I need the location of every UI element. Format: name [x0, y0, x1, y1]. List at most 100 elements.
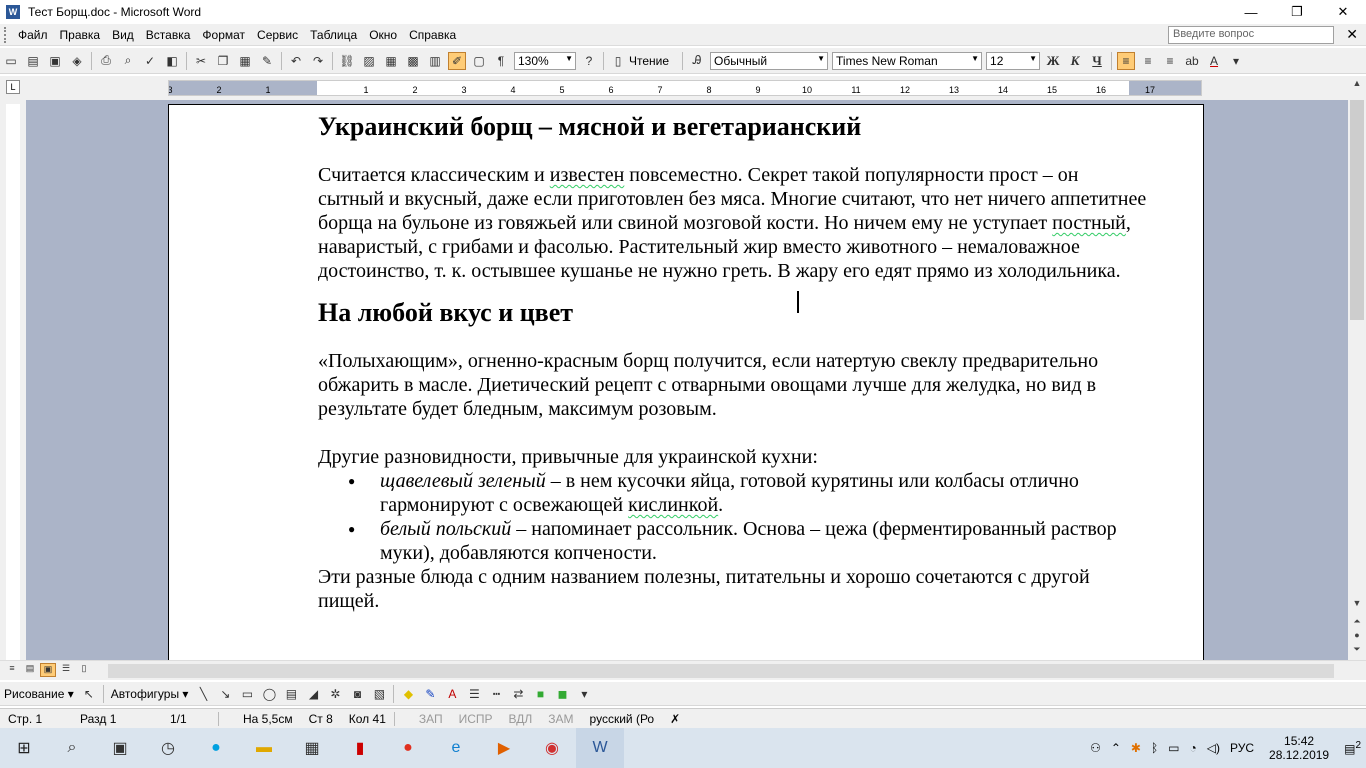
drawing-options-icon[interactable]: ▾: [575, 685, 593, 703]
menu-tools[interactable]: Сервис: [251, 28, 304, 42]
research-icon[interactable]: ◧: [163, 52, 181, 70]
bold-button[interactable]: Ж: [1044, 52, 1062, 70]
line-style-icon[interactable]: ☰: [465, 685, 483, 703]
chrome-icon[interactable]: ◉: [528, 728, 576, 768]
skype-icon[interactable]: ●: [192, 728, 240, 768]
insert-table-icon[interactable]: ▦: [382, 52, 400, 70]
spelling-flag[interactable]: постный: [1052, 212, 1126, 234]
insert-excel-icon[interactable]: ▩: [404, 52, 422, 70]
clipart-icon[interactable]: ◙: [348, 685, 366, 703]
select-browse-object-icon[interactable]: ●: [1348, 630, 1366, 640]
ask-question-input[interactable]: Введите вопрос: [1168, 26, 1334, 44]
horizontal-scrollbar[interactable]: [100, 664, 1346, 678]
status-language[interactable]: русский (Ро: [582, 712, 663, 726]
line-color-icon[interactable]: ✎: [421, 685, 439, 703]
drawing-toggle-icon[interactable]: ✐: [448, 51, 466, 70]
store-icon[interactable]: ▦: [288, 728, 336, 768]
menu-window[interactable]: Окно: [363, 28, 403, 42]
align-right-icon[interactable]: ≡: [1161, 52, 1179, 70]
vertical-ruler-scale[interactable]: [6, 104, 20, 660]
spelling-flag[interactable]: известен: [550, 164, 625, 186]
menu-table[interactable]: Таблица: [304, 28, 363, 42]
oval-icon[interactable]: ◯: [260, 685, 278, 703]
save-icon[interactable]: ▣: [46, 52, 64, 70]
scroll-down-icon[interactable]: ▼: [1348, 598, 1366, 608]
search-icon[interactable]: ⌕: [48, 728, 96, 768]
align-left-icon[interactable]: ≡: [1117, 51, 1136, 70]
styles-pane-icon[interactable]: Ꭿ: [688, 52, 706, 70]
scroll-thumb[interactable]: [1350, 100, 1364, 320]
menu-view[interactable]: Вид: [106, 28, 140, 42]
picture-icon[interactable]: ▧: [370, 685, 388, 703]
vertical-scrollbar[interactable]: ▲ ▼ ⏶ ● ⏷: [1348, 76, 1366, 660]
edge-icon[interactable]: e: [432, 728, 480, 768]
italic-button[interactable]: К: [1066, 52, 1084, 70]
reader-app-icon[interactable]: ▮: [336, 728, 384, 768]
document-content[interactable]: Украинский борщ – мясной и вегетариански…: [318, 111, 1148, 613]
spelling-status-icon[interactable]: ✗: [662, 712, 688, 726]
document-page[interactable]: Украинский борщ – мясной и вегетариански…: [168, 104, 1204, 660]
highlight-icon[interactable]: ab: [1183, 52, 1201, 70]
paste-icon[interactable]: ▦: [236, 52, 254, 70]
bluetooth-icon[interactable]: ᛒ: [1146, 741, 1163, 755]
autoshapes-button[interactable]: Автофигуры ▾: [107, 687, 193, 701]
toolbar-options-icon[interactable]: ▾: [1227, 52, 1245, 70]
file-explorer-icon[interactable]: ▬: [240, 728, 288, 768]
drawing-menu-button[interactable]: Рисование ▾: [0, 687, 78, 701]
undo-icon[interactable]: ↶: [287, 52, 305, 70]
draw-font-color-icon[interactable]: A: [443, 685, 461, 703]
reading-view-icon[interactable]: ▯: [76, 663, 92, 677]
system-clock[interactable]: 15:42 28.12.2019: [1259, 734, 1339, 762]
close-button[interactable]: ✕: [1320, 0, 1366, 24]
line-icon[interactable]: ╲: [194, 685, 212, 703]
rectangle-icon[interactable]: ▭: [238, 685, 256, 703]
columns-icon[interactable]: ▥: [426, 52, 444, 70]
battery-icon[interactable]: ▭: [1163, 741, 1184, 755]
dash-style-icon[interactable]: ┅: [487, 685, 505, 703]
menu-edit[interactable]: Правка: [54, 28, 107, 42]
document-map-icon[interactable]: ▢: [470, 52, 488, 70]
status-extend[interactable]: ВДЛ: [501, 712, 541, 726]
shadow-icon[interactable]: ■: [531, 685, 549, 703]
horizontal-scroll-thumb[interactable]: [108, 664, 1334, 678]
help-icon[interactable]: ?: [580, 52, 598, 70]
spelling-icon[interactable]: ✓: [141, 52, 159, 70]
menu-insert[interactable]: Вставка: [140, 28, 197, 42]
media-player-icon[interactable]: ▶: [480, 728, 528, 768]
show-formatting-icon[interactable]: ¶: [492, 52, 510, 70]
print-preview-icon[interactable]: ⌕: [119, 52, 137, 70]
reading-layout-icon[interactable]: ▯: [609, 52, 627, 70]
minimize-button[interactable]: —: [1228, 0, 1274, 24]
windows-start-icon[interactable]: ⊞: [0, 728, 48, 768]
tray-app-icon[interactable]: ✱: [1126, 741, 1146, 755]
fill-color-icon[interactable]: ◆: [399, 685, 417, 703]
arrow-icon[interactable]: ↘: [216, 685, 234, 703]
zoom-select[interactable]: 130% ▼: [514, 51, 576, 70]
normal-view-icon[interactable]: ≡: [4, 663, 20, 677]
status-track-changes[interactable]: ИСПР: [451, 712, 501, 726]
volume-icon[interactable]: ◁): [1202, 741, 1225, 755]
font-select[interactable]: Times New Roman ▼: [832, 51, 983, 70]
cut-icon[interactable]: ✂: [192, 52, 210, 70]
status-record[interactable]: ЗАП: [411, 712, 451, 726]
tables-borders-icon[interactable]: ▨: [360, 52, 378, 70]
reading-layout-button[interactable]: Чтение: [629, 54, 669, 68]
next-page-icon[interactable]: ⏷: [1348, 644, 1366, 655]
redo-icon[interactable]: ↷: [309, 52, 327, 70]
permission-icon[interactable]: ◈: [68, 52, 86, 70]
3d-icon[interactable]: ◼: [553, 685, 571, 703]
print-icon[interactable]: ⎙: [97, 52, 115, 70]
document-close-button[interactable]: ✕: [1346, 26, 1358, 43]
select-objects-icon[interactable]: ↖: [80, 685, 98, 703]
text-box-icon[interactable]: ▤: [282, 685, 300, 703]
new-document-icon[interactable]: ▭: [2, 52, 20, 70]
arrow-style-icon[interactable]: ⇄: [509, 685, 527, 703]
web-view-icon[interactable]: ▤: [22, 663, 38, 677]
menu-file[interactable]: Файл: [12, 28, 54, 42]
align-center-icon[interactable]: ≡: [1139, 52, 1157, 70]
font-color-icon[interactable]: A: [1205, 52, 1223, 70]
people-icon[interactable]: ⚇: [1085, 741, 1106, 755]
show-hidden-icons[interactable]: ⌃: [1106, 741, 1126, 755]
style-select[interactable]: Обычный ▼: [710, 51, 829, 70]
print-layout-icon[interactable]: ▣: [40, 663, 56, 677]
